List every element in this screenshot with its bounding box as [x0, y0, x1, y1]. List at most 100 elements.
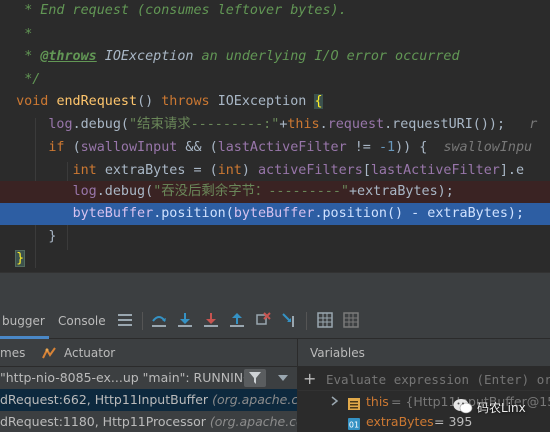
frame-package: (org.apache.coy [209, 414, 297, 429]
frame-method: dRequest:1180, Http11Processor [0, 414, 210, 429]
paren: ( [72, 140, 81, 155]
tab-console-label: Console [58, 314, 106, 328]
keyword-throws: throws [161, 94, 218, 109]
add-watch-icon[interactable]: + [303, 369, 316, 388]
force-step-into-icon[interactable] [202, 311, 220, 329]
keyword-void: void [16, 94, 57, 109]
field-log[interactable]: log [73, 184, 97, 199]
bracket-close: ].e [499, 163, 525, 178]
parens: () [137, 94, 162, 109]
method-name-endRequest[interactable]: endRequest [56, 94, 137, 109]
thread-label: "http-nio-8085-ex...up "main": RUNNING [0, 370, 253, 385]
expand-arrow-icon[interactable] [331, 392, 339, 412]
comment-end: */ [24, 72, 41, 87]
call-position-minus: .position() - extraBytes); [314, 206, 525, 221]
wechat-logo-icon [453, 398, 473, 417]
tab-frames-label: mes [0, 346, 26, 360]
call-position: .position( [153, 206, 234, 221]
run-to-cursor-icon[interactable] [280, 311, 298, 329]
step-into-icon[interactable] [176, 311, 194, 329]
string-literal: "结束请求---------:" [129, 117, 280, 132]
thread-selector[interactable]: "http-nio-8085-ex...up "main": RUNNING [0, 367, 297, 389]
actuator-icon [42, 346, 56, 360]
variables-title: Variables [310, 339, 365, 367]
step-over-icon[interactable] [150, 311, 168, 329]
trace-table-icon[interactable] [342, 311, 360, 329]
comment-text: * [24, 27, 33, 42]
tab-actuator[interactable]: Actuator [64, 339, 115, 367]
frame-item[interactable]: dRequest:1180, Http11Processor (org.apac… [0, 411, 297, 432]
tab-frames[interactable]: mes [0, 339, 25, 367]
dot: . [319, 117, 328, 132]
thread-dropdown-icon[interactable] [274, 369, 292, 387]
tab-actuator-label: Actuator [64, 346, 116, 360]
drop-frame-icon[interactable] [254, 311, 272, 329]
tab-debugger[interactable]: bugger [0, 303, 49, 339]
keyword-this: this [287, 117, 320, 132]
frame-method: dRequest:662, Http11InputBuffer [0, 392, 213, 407]
frames-variables-header: mes Actuator Variables [0, 339, 550, 367]
code-line-2: * [0, 24, 550, 46]
field-byteBuffer[interactable]: byteBuffer [234, 206, 315, 221]
code-line-9-breakpoint: log.debug("吞没后剩余字节：---------"+extraBytes… [0, 181, 550, 203]
code-editor[interactable]: * End request (consumes leftover bytes).… [0, 0, 550, 272]
watermark: 码农Linx [453, 395, 526, 419]
variable-extraBytes[interactable]: extraBytes [105, 163, 186, 178]
comment-star: * [24, 49, 41, 64]
code-line-4: */ [0, 69, 550, 91]
close-brace-matched: } [15, 250, 26, 267]
svg-text:01: 01 [349, 421, 359, 430]
close-brace: } [48, 229, 57, 244]
variable-name-extraBytes: extraBytes [366, 414, 434, 429]
field-activeFilters[interactable]: activeFilters [258, 163, 363, 178]
variable-name-this: this [366, 394, 389, 409]
open-brace: { [314, 94, 323, 109]
filter-icon[interactable] [244, 369, 266, 387]
field-list-icon [348, 396, 360, 410]
toolbar-separator [306, 312, 307, 330]
debugger-tabs-bar: bugger Console [0, 303, 550, 339]
watermark-text: 码农Linx [477, 400, 526, 415]
tab-debugger-label: bugger [2, 314, 45, 328]
variables-label: Variables [310, 346, 365, 360]
field-swallowInput[interactable]: swallowInput [81, 140, 178, 155]
javadoc-exception: IOException [96, 49, 194, 64]
comment-text: an underlying I/O error occurred [193, 49, 460, 64]
field-request[interactable]: request [328, 117, 384, 132]
cast-close: ) [241, 163, 258, 178]
evaluate-expression-icon[interactable] [316, 311, 334, 329]
bracket: [ [362, 163, 371, 178]
frame-item-selected[interactable]: dRequest:662, Http11InputBuffer (org.apa… [0, 389, 297, 411]
tab-console[interactable]: Console [58, 303, 106, 339]
code-line-12: } [0, 248, 550, 270]
code-line-7: if (swallowInput && (lastActiveFilter !=… [0, 137, 550, 159]
operator-neq: != [346, 140, 379, 155]
call-debug: .debug( [96, 184, 154, 199]
field-lastActiveFilter[interactable]: lastActiveFilter [218, 140, 347, 155]
number-literal: -1 [378, 140, 396, 155]
frame-package: (org.apache.coy [212, 392, 297, 407]
call-debug: .debug( [72, 117, 129, 132]
primitive-variable-icon: 01 [348, 416, 360, 430]
inline-debug-hint: r [529, 117, 538, 132]
field-lastActiveFilter[interactable]: lastActiveFilter [371, 163, 500, 178]
exception-type[interactable]: IOException [218, 94, 315, 109]
call-requestURI: .requestURI()); [384, 117, 506, 132]
javadoc-throws-tag[interactable]: @throws [40, 49, 96, 64]
evaluate-row: + [298, 367, 550, 391]
toolbar-separator [142, 312, 143, 330]
operator-and: && ( [177, 140, 218, 155]
string-literal: "吞没后剩余字节：---------" [153, 184, 349, 199]
step-out-icon[interactable] [228, 311, 246, 329]
comment-text: * End request (consumes leftover bytes). [24, 3, 347, 18]
inline-debug-hint: swallowInpu [443, 140, 533, 155]
code-line-1: * End request (consumes leftover bytes). [0, 0, 550, 22]
menu-lines-icon[interactable] [116, 311, 134, 329]
code-line-5: void endRequest() throws IOException { [0, 91, 550, 113]
code-line-8: int extraBytes = (int) activeFilters[las… [0, 160, 550, 182]
field-log[interactable]: log [48, 117, 72, 132]
operator-assign: = ( [185, 163, 218, 178]
evaluate-expression-input[interactable] [326, 369, 550, 389]
field-byteBuffer[interactable]: byteBuffer [73, 206, 154, 221]
close-paren-brace: )) { [395, 140, 428, 155]
